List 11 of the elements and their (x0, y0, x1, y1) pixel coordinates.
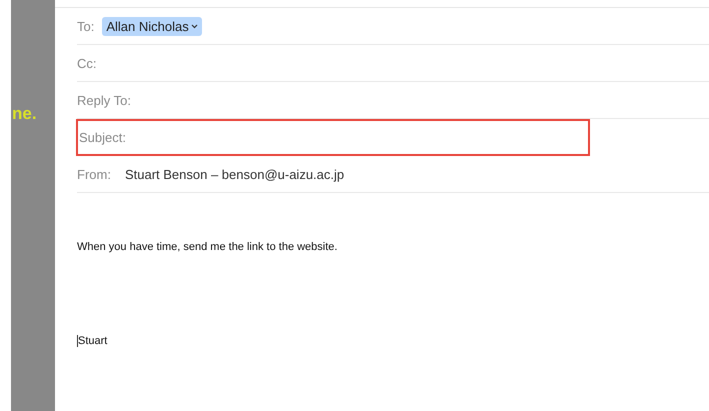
panel-text: ne. (12, 104, 37, 124)
caret-icon (190, 24, 198, 28)
field-label: Subject: (79, 130, 126, 145)
recipient-chip[interactable]: Allan Nicholas (102, 16, 202, 36)
field-label: To: (77, 18, 94, 34)
signature-text: Stuart (77, 335, 108, 347)
message-text: When you have time, send me the link to the website. (77, 241, 338, 253)
field-label: From: (77, 166, 111, 182)
field-label: Cc: (77, 56, 96, 70)
field-label: Reply To: (77, 92, 131, 108)
sender-value[interactable]: Stuart Benson – benson@u-aizu.ac.jp (124, 166, 344, 182)
